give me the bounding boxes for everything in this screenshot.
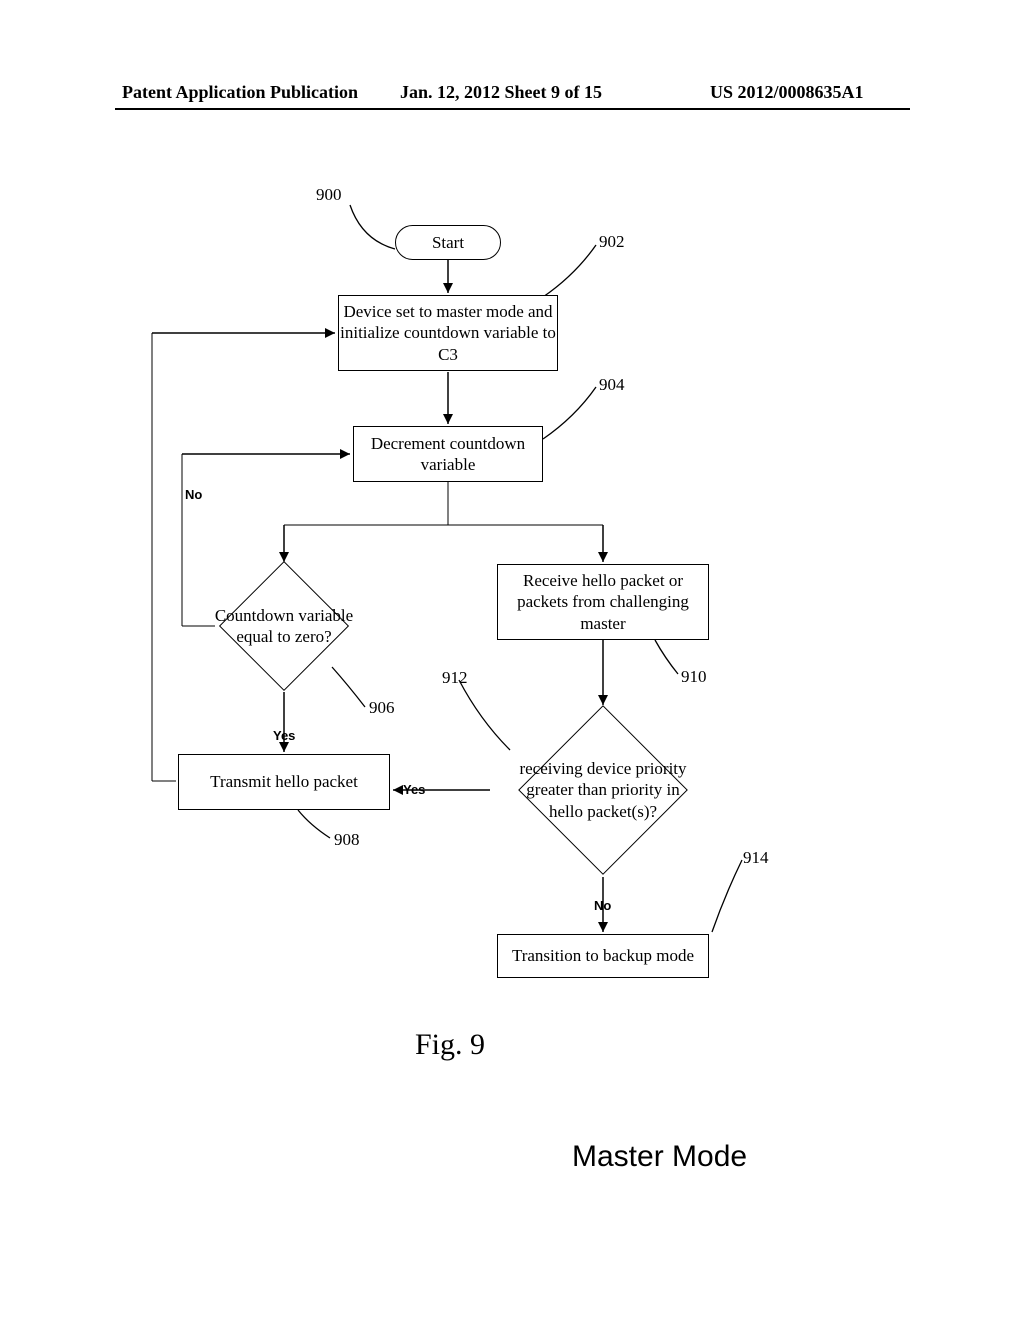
- connectors: [0, 0, 1024, 1320]
- edge-no-1: No: [185, 487, 202, 502]
- box-902-text: Device set to master mode and initialize…: [339, 301, 557, 365]
- ref-906: 906: [369, 698, 395, 718]
- ref-910: 910: [681, 667, 707, 687]
- flowchart: Start Device set to master mode and init…: [0, 0, 1024, 1320]
- figure-caption: Fig. 9: [415, 1028, 485, 1062]
- box-914-text: Transition to backup mode: [512, 945, 694, 966]
- diamond-906-text: Countdown variable equal to zero?: [213, 591, 355, 661]
- box-908: Transmit hello packet: [178, 754, 390, 810]
- mode-subtitle: Master Mode: [572, 1140, 747, 1174]
- box-902: Device set to master mode and initialize…: [338, 295, 558, 371]
- box-908-text: Transmit hello packet: [210, 771, 358, 792]
- edge-no-2: No: [594, 898, 611, 913]
- ref-908: 908: [334, 830, 360, 850]
- ref-912: 912: [442, 668, 468, 688]
- box-914: Transition to backup mode: [497, 934, 709, 978]
- diamond-912-text: receiving device priority greater than p…: [510, 738, 696, 842]
- edge-yes-2: Yes: [403, 782, 425, 797]
- start-label: Start: [432, 232, 464, 253]
- ref-904: 904: [599, 375, 625, 395]
- box-910-text: Receive hello packet or packets from cha…: [498, 570, 708, 634]
- box-904-text: Decrement countdown variable: [354, 433, 542, 476]
- ref-900: 900: [316, 185, 342, 205]
- box-904: Decrement countdown variable: [353, 426, 543, 482]
- box-910: Receive hello packet or packets from cha…: [497, 564, 709, 640]
- edge-yes-1: Yes: [273, 728, 295, 743]
- ref-914: 914: [743, 848, 769, 868]
- ref-902: 902: [599, 232, 625, 252]
- start-terminal: Start: [395, 225, 501, 260]
